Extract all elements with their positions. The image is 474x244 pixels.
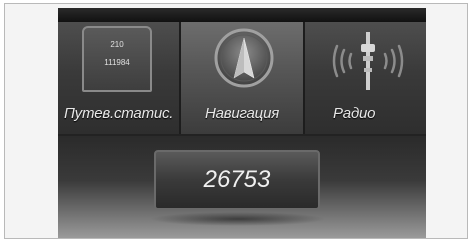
menu-item-label: Путев.статис. xyxy=(64,105,174,122)
menu-item-label: Радио xyxy=(333,105,376,122)
menu-item-radio[interactable]: Радио xyxy=(307,22,426,134)
main-menu: 210 111984 Путев.статис. Навигация Радио xyxy=(58,22,426,136)
instrument-display: 210 111984 Путев.статис. Навигация Радио… xyxy=(58,8,426,238)
menu-item-trip-stats[interactable]: 210 111984 Путев.статис. xyxy=(58,22,176,134)
odometer-display: 26753 xyxy=(154,150,320,210)
trip-icon-value-1: 210 xyxy=(110,40,124,49)
radio-tower-icon xyxy=(332,32,404,90)
navigation-icon xyxy=(214,28,274,88)
trip-stats-icon: 210 111984 xyxy=(82,26,152,92)
odometer-value: 26753 xyxy=(203,166,271,193)
menu-item-label: Навигация xyxy=(204,105,280,122)
odometer-reflection xyxy=(150,212,326,226)
trip-icon-value-2: 111984 xyxy=(104,58,130,67)
display-top-bar xyxy=(58,8,426,22)
menu-item-navigation[interactable]: Навигация xyxy=(179,22,305,134)
